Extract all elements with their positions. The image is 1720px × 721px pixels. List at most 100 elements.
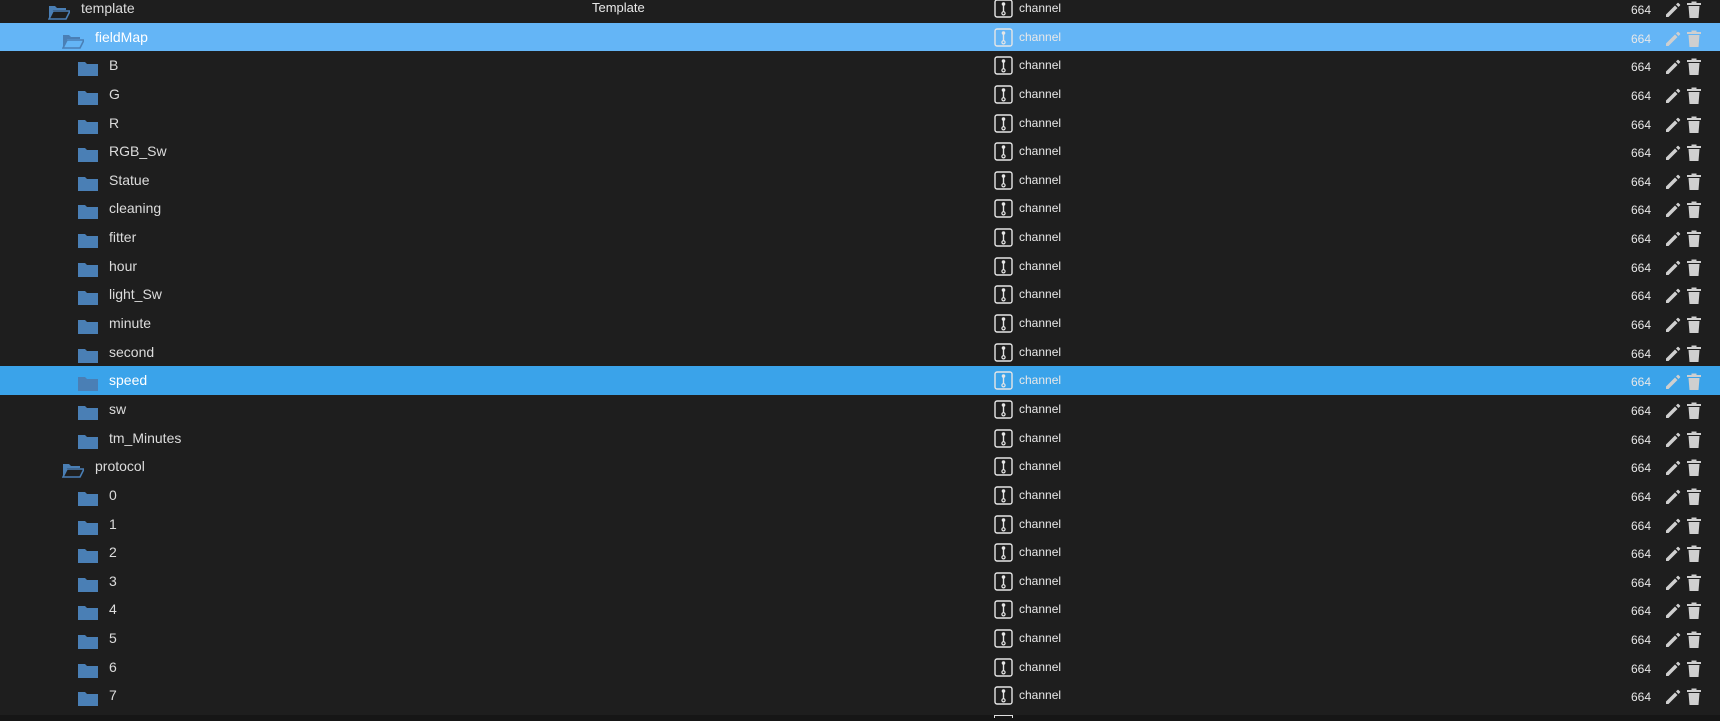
folder-icon[interactable]	[77, 660, 99, 678]
object-name[interactable]: 3	[109, 567, 117, 596]
pencil-icon[interactable]	[1664, 344, 1682, 362]
pencil-icon[interactable]	[1664, 0, 1682, 18]
folder-icon[interactable]	[77, 87, 99, 105]
object-name[interactable]: minute	[109, 309, 151, 338]
pencil-icon[interactable]	[1664, 172, 1682, 190]
trash-icon[interactable]	[1686, 143, 1702, 162]
folder-icon[interactable]	[77, 402, 99, 420]
folder-icon[interactable]	[77, 230, 99, 249]
object-name[interactable]: hour	[109, 252, 137, 281]
folder-icon[interactable]	[77, 116, 99, 134]
trash-icon[interactable]	[1686, 372, 1702, 391]
object-name[interactable]: 4	[109, 595, 117, 624]
trash-icon[interactable]	[1686, 659, 1702, 677]
object-name[interactable]: fieldMap	[95, 23, 148, 52]
trash-icon[interactable]	[1686, 430, 1702, 448]
object-name[interactable]: sw	[109, 395, 126, 424]
object-name[interactable]: B	[109, 51, 118, 80]
tree-row[interactable]: 7 channel 664	[0, 681, 1720, 710]
folder-icon[interactable]	[77, 201, 99, 220]
pencil-icon[interactable]	[1664, 516, 1682, 534]
folder-icon[interactable]	[77, 144, 99, 163]
object-name[interactable]: 2	[109, 538, 117, 567]
tree-row[interactable]: 2 channel 664	[0, 538, 1720, 567]
trash-icon[interactable]	[1686, 57, 1702, 76]
object-name[interactable]: second	[109, 338, 154, 367]
object-name[interactable]: 7	[109, 681, 117, 710]
folder-open-icon[interactable]	[61, 459, 86, 479]
tree-row[interactable]: speed channel 664	[0, 366, 1720, 395]
trash-icon[interactable]	[1686, 115, 1702, 133]
pencil-icon[interactable]	[1664, 630, 1682, 648]
trash-icon[interactable]	[1686, 200, 1702, 219]
object-name[interactable]: tm_Minutes	[109, 424, 181, 453]
pencil-icon[interactable]	[1664, 687, 1682, 705]
pencil-icon[interactable]	[1664, 143, 1682, 161]
pencil-icon[interactable]	[1664, 200, 1682, 218]
folder-open-icon[interactable]	[47, 1, 72, 20]
folder-icon[interactable]	[77, 373, 99, 392]
pencil-icon[interactable]	[1664, 57, 1682, 75]
pencil-icon[interactable]	[1664, 229, 1682, 247]
tree-row[interactable]: 4 channel 664	[0, 595, 1720, 624]
folder-icon[interactable]	[77, 688, 99, 707]
folder-icon[interactable]	[77, 631, 99, 650]
folder-icon[interactable]	[77, 574, 99, 592]
tree-row[interactable]: sw channel 664	[0, 395, 1720, 424]
tree-row[interactable]: Rchannel 664	[0, 109, 1720, 138]
tree-row[interactable]: tm_Minutes channel 664	[0, 424, 1720, 453]
tree-row[interactable]: 3 channel 664	[0, 567, 1720, 596]
trash-icon[interactable]	[1686, 344, 1702, 362]
pencil-icon[interactable]	[1664, 601, 1682, 619]
tree-row[interactable]: 0 channel 664	[0, 481, 1720, 510]
object-name[interactable]: G	[109, 80, 120, 109]
trash-icon[interactable]	[1686, 487, 1702, 505]
trash-icon[interactable]	[1686, 687, 1702, 706]
tree-row[interactable]: fitter channel 664	[0, 223, 1720, 252]
pencil-icon[interactable]	[1664, 29, 1682, 47]
pencil-icon[interactable]	[1664, 86, 1682, 104]
folder-icon[interactable]	[77, 259, 99, 277]
folder-icon[interactable]	[77, 488, 99, 506]
folder-icon[interactable]	[77, 345, 99, 363]
folder-icon[interactable]	[77, 316, 99, 335]
tree-row[interactable]: RGB_Sw channel 664	[0, 137, 1720, 166]
tree-row[interactable]: light_Sw channel 664	[0, 280, 1720, 309]
folder-icon[interactable]	[77, 517, 99, 535]
pencil-icon[interactable]	[1664, 315, 1682, 333]
object-name[interactable]: R	[109, 109, 119, 138]
object-name[interactable]: 6	[109, 653, 117, 682]
tree-row[interactable]: hour channel 664	[0, 252, 1720, 281]
object-name[interactable]: 0	[109, 481, 117, 510]
folder-open-icon[interactable]	[61, 30, 86, 49]
folder-icon[interactable]	[77, 58, 99, 77]
trash-icon[interactable]	[1686, 401, 1702, 419]
trash-icon[interactable]	[1686, 573, 1702, 591]
object-name[interactable]: speed	[109, 366, 147, 395]
pencil-icon[interactable]	[1664, 286, 1682, 304]
tree-row[interactable]: Bchannel 664	[0, 51, 1720, 80]
object-name[interactable]: cleaning	[109, 194, 161, 223]
tree-row[interactable]: second channel 664	[0, 338, 1720, 367]
tree-row[interactable]: fieldMap channel 664	[0, 22, 1720, 52]
tree-row[interactable]: protocol channel 664	[0, 452, 1720, 481]
object-name[interactable]: 5	[109, 624, 117, 653]
tree-row[interactable]: Gchannel 664	[0, 80, 1720, 109]
pencil-icon[interactable]	[1664, 115, 1682, 133]
trash-icon[interactable]	[1686, 458, 1702, 477]
trash-icon[interactable]	[1686, 544, 1702, 563]
object-name[interactable]: light_Sw	[109, 280, 162, 309]
pencil-icon[interactable]	[1664, 401, 1682, 419]
tree-row[interactable]: minute channel 664	[0, 309, 1720, 338]
object-name[interactable]: Statue	[109, 166, 149, 195]
folder-icon[interactable]	[77, 602, 99, 621]
folder-icon[interactable]	[77, 545, 99, 564]
trash-icon[interactable]	[1686, 29, 1702, 47]
object-name[interactable]: RGB_Sw	[109, 137, 167, 166]
object-name[interactable]: template	[81, 0, 135, 23]
tree-row[interactable]: template Template channel 664	[0, 0, 1720, 23]
pencil-icon[interactable]	[1664, 258, 1682, 276]
trash-icon[interactable]	[1686, 229, 1702, 248]
pencil-icon[interactable]	[1664, 430, 1682, 448]
trash-icon[interactable]	[1686, 630, 1702, 649]
